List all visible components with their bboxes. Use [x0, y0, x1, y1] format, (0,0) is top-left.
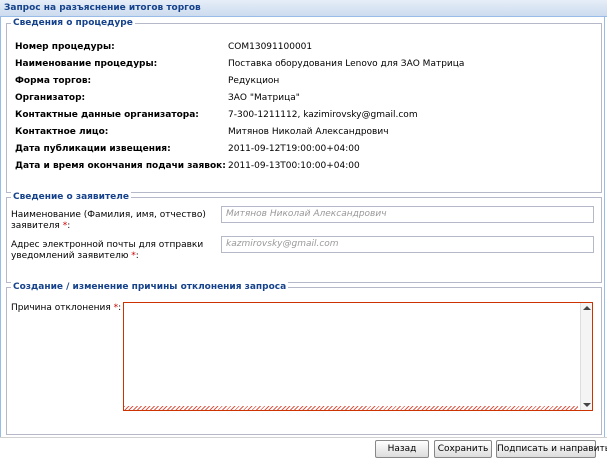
applicant-email-label-text: уведомлений заявителю [11, 251, 129, 261]
deadline-label: Дата и время окончания подачи заявок: [15, 161, 226, 171]
applicant-name-input[interactable]: Митянов Николай Александрович [221, 206, 594, 223]
organizer-contacts-value: 7-300-1211112, kazimirovsky@gmail.com [228, 110, 418, 120]
organizer-label: Организатор: [15, 93, 86, 103]
applicant-email-label-line2: уведомлений заявителю *: [11, 251, 203, 262]
organizer-contacts-label: Контактные данные организатора: [15, 110, 199, 120]
reason-label-text: Причина отклонения [11, 303, 111, 313]
trade-form-label: Форма торгов: [15, 76, 92, 86]
procedure-name-value: Поставка оборудования Lenovo для ЗАО Мат… [228, 59, 465, 69]
contact-person-value: Митянов Николай Александрович [228, 127, 389, 137]
applicant-email-input[interactable]: kazmirovsky@gmail.com [221, 236, 594, 253]
reason-legend: Создание / изменение причины отклонения … [11, 282, 289, 292]
back-button[interactable]: Назад [375, 440, 429, 458]
applicant-legend: Сведение о заявителе [11, 192, 131, 202]
procedure-name-label: Наименование процедуры: [15, 59, 158, 69]
window-title: Запрос на разъяснение итогов торгов [4, 3, 201, 13]
scroll-down-arrow-icon[interactable] [583, 403, 591, 407]
organizer-value: ЗАО "Матрица" [228, 93, 300, 103]
applicant-name-label: Наименование (Фамилия, имя, отчество) за… [11, 210, 206, 232]
validation-underline [124, 406, 578, 410]
textarea-scrollbar[interactable] [580, 303, 592, 410]
publication-date-label: Дата публикации извещения: [15, 144, 171, 154]
trade-form-value: Редукцион [228, 76, 280, 86]
label-colon: : [67, 221, 71, 231]
procedure-number-value: COM13091100001 [228, 42, 313, 52]
save-button[interactable]: Сохранить [434, 440, 492, 458]
procedure-legend: Сведения о процедуре [11, 18, 135, 28]
applicant-name-label-text: заявителя [11, 221, 60, 231]
request-window: Запрос на разъяснение итогов торгов Свед… [0, 0, 607, 463]
applicant-email-label-line1: Адрес электронной почты для отправки [11, 240, 204, 250]
sign-and-send-button[interactable]: Подписать и направить [496, 440, 607, 458]
applicant-name-label-line2: заявителя *: [11, 221, 206, 232]
label-colon: : [118, 303, 122, 313]
contact-person-label: Контактное лицо: [15, 127, 109, 137]
applicant-name-label-line1: Наименование (Фамилия, имя, отчество) [11, 210, 206, 220]
window-titlebar: Запрос на разъяснение итогов торгов [0, 0, 607, 17]
deadline-value: 2011-09-13T00:10:00+04:00 [228, 161, 360, 171]
procedure-number-label: Номер процедуры: [15, 42, 115, 52]
reason-label: Причина отклонения *: [11, 303, 121, 314]
applicant-email-label: Адрес электронной почты для отправки уве… [11, 240, 203, 262]
label-colon: : [135, 251, 139, 261]
publication-date-value: 2011-09-12T19:00:00+04:00 [228, 144, 360, 154]
reason-textarea[interactable] [123, 302, 593, 411]
scroll-up-arrow-icon[interactable] [583, 306, 591, 310]
